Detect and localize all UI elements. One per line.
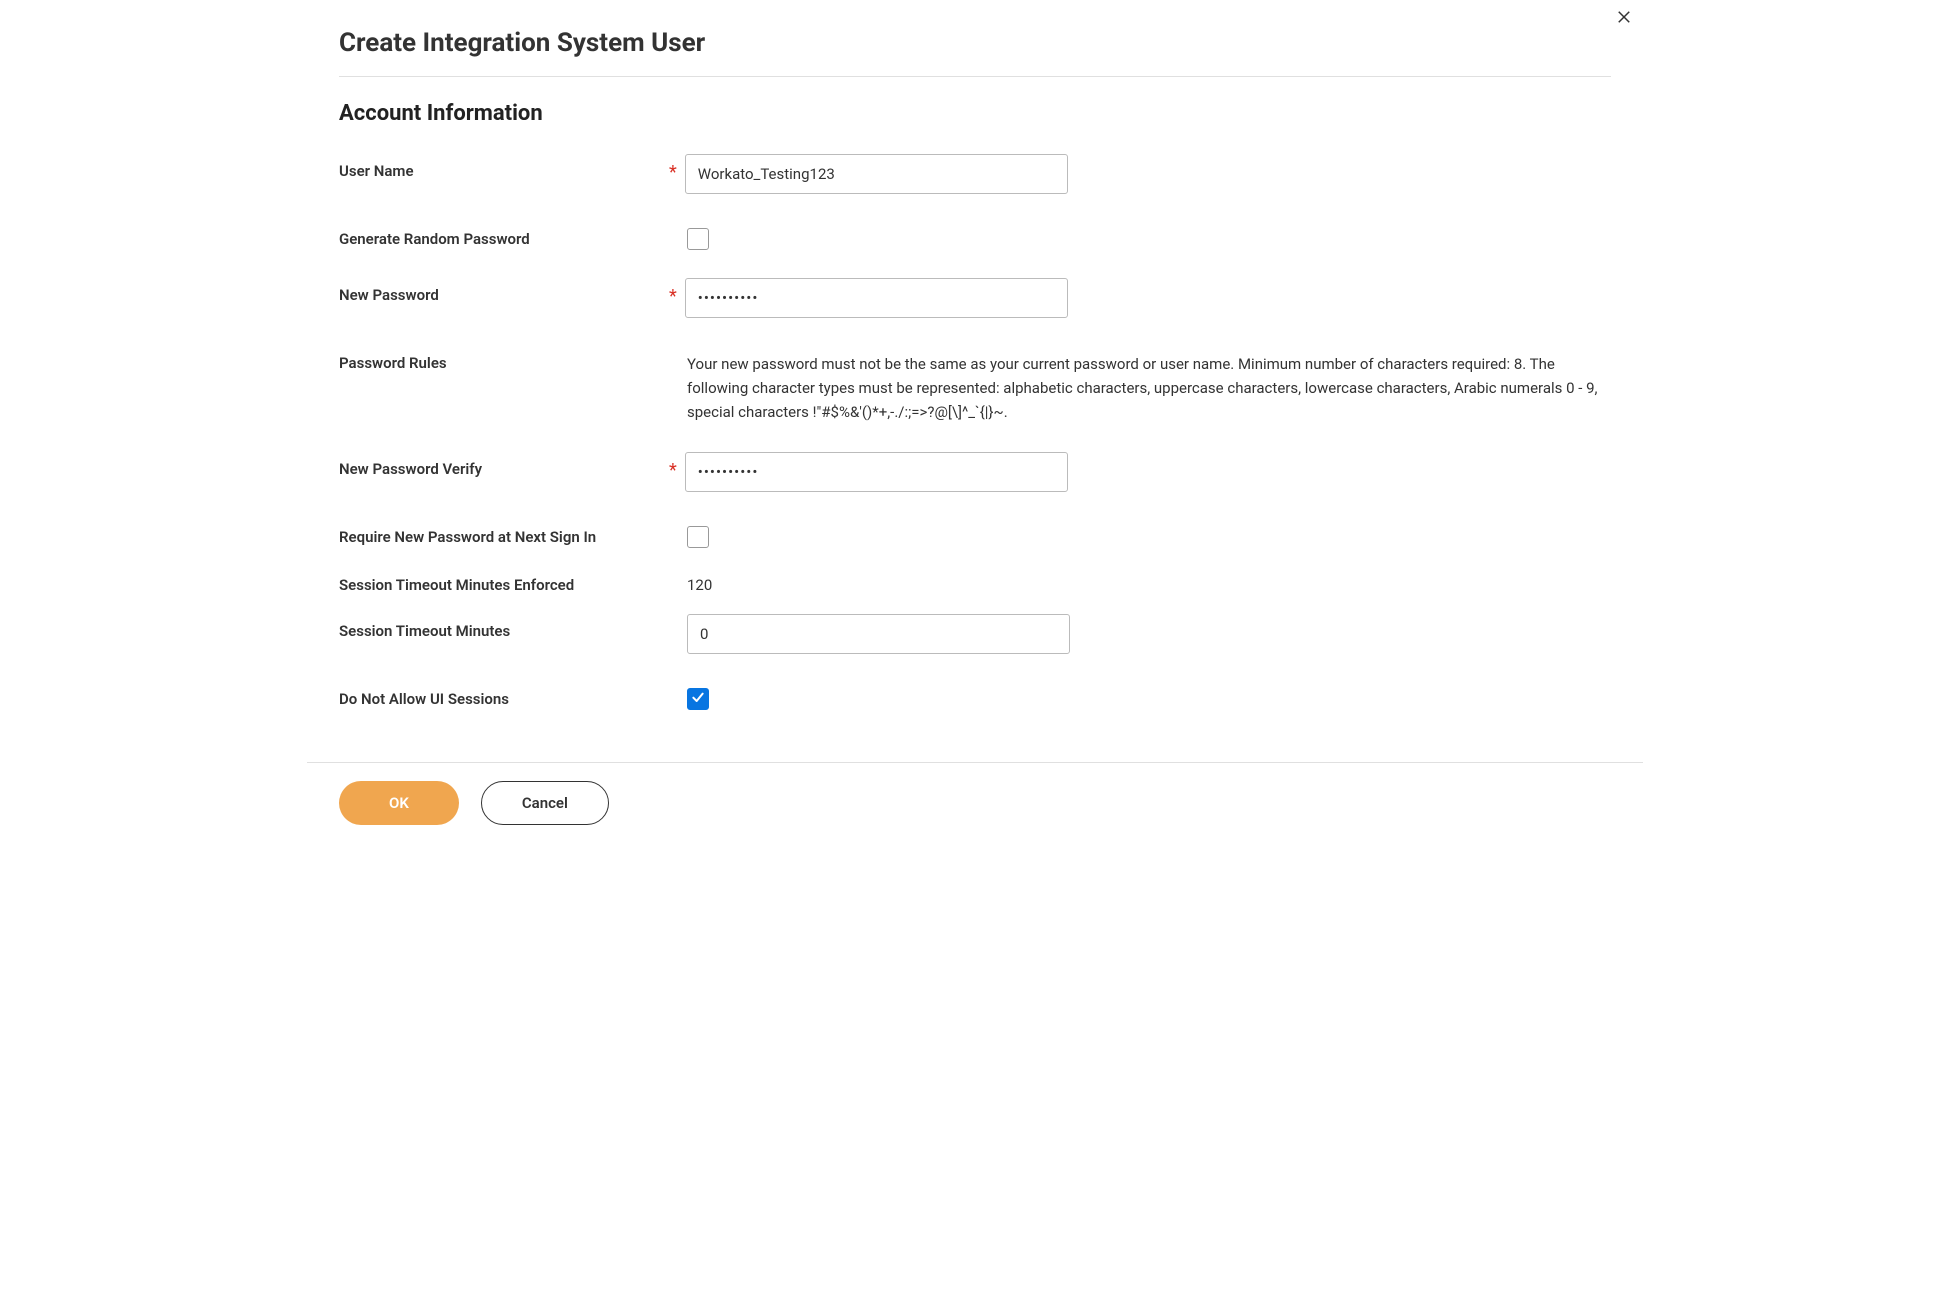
dialog-header: Create Integration System User: [307, 0, 1643, 76]
label-session-timeout-enforced: Session Timeout Minutes Enforced: [339, 568, 669, 594]
row-new-password-verify: New Password Verify *: [339, 452, 1611, 492]
password-rules-text: Your new password must not be the same a…: [687, 346, 1599, 424]
label-password-rules: Password Rules: [339, 346, 669, 372]
label-require-new-password: Require New Password at Next Sign In: [339, 520, 669, 546]
row-no-ui-sessions: Do Not Allow UI Sessions: [339, 682, 1611, 710]
no-ui-sessions-checkbox[interactable]: [687, 688, 709, 710]
row-session-timeout: Session Timeout Minutes: [339, 614, 1611, 654]
close-button[interactable]: [1615, 8, 1633, 30]
check-icon: [690, 689, 706, 709]
new-password-field[interactable]: [685, 278, 1068, 318]
dialog-content: Account Information User Name * Generate…: [307, 77, 1643, 762]
row-require-new-password: Require New Password at Next Sign In: [339, 520, 1611, 548]
label-session-timeout: Session Timeout Minutes: [339, 614, 669, 640]
dialog-footer: OK Cancel: [307, 762, 1643, 843]
dialog-title: Create Integration System User: [339, 28, 1611, 58]
row-generate-random-password: Generate Random Password: [339, 222, 1611, 250]
required-indicator: *: [669, 154, 677, 182]
row-new-password: New Password *: [339, 278, 1611, 318]
row-password-rules: Password Rules Your new password must no…: [339, 346, 1611, 424]
row-username: User Name *: [339, 154, 1611, 194]
ok-button[interactable]: OK: [339, 781, 459, 825]
close-icon: [1615, 12, 1633, 30]
session-timeout-enforced-value: 120: [687, 568, 712, 594]
label-new-password-verify: New Password Verify: [339, 452, 669, 478]
generate-random-password-checkbox[interactable]: [687, 228, 709, 250]
required-indicator: *: [669, 452, 677, 480]
required-indicator: *: [669, 278, 677, 306]
section-title-account-info: Account Information: [339, 101, 1611, 126]
dialog-create-integration-system-user: Create Integration System User Account I…: [307, 0, 1643, 843]
label-no-ui-sessions: Do Not Allow UI Sessions: [339, 682, 669, 708]
label-generate-random-password: Generate Random Password: [339, 222, 669, 248]
session-timeout-field[interactable]: [687, 614, 1070, 654]
cancel-button[interactable]: Cancel: [481, 781, 609, 825]
username-field[interactable]: [685, 154, 1068, 194]
label-new-password: New Password: [339, 278, 669, 304]
label-username: User Name: [339, 154, 669, 180]
require-new-password-checkbox[interactable]: [687, 526, 709, 548]
new-password-verify-field[interactable]: [685, 452, 1068, 492]
row-session-timeout-enforced: Session Timeout Minutes Enforced 120: [339, 568, 1611, 594]
